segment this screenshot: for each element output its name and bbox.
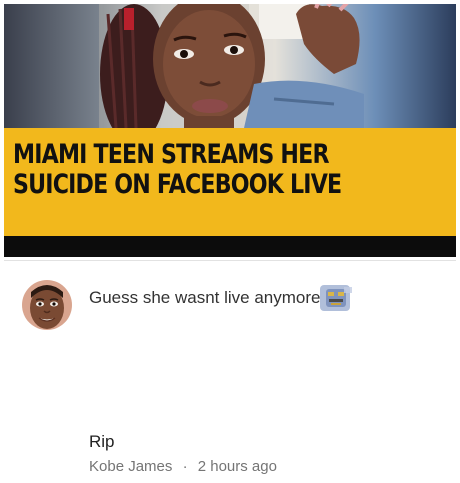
meme-post: MIAMI TEEN STREAMS HER SUICIDE ON FACEBO…: [0, 0, 460, 483]
headline: MIAMI TEEN STREAMS HER SUICIDE ON FACEBO…: [13, 140, 357, 200]
author-name[interactable]: Kobe James: [89, 458, 172, 475]
avatar[interactable]: [22, 280, 72, 330]
headline-banner: MIAMI TEEN STREAMS HER SUICIDE ON FACEBO…: [4, 128, 456, 236]
black-bar: [4, 236, 456, 257]
news-photo: [4, 4, 456, 128]
reply-text: Rip: [89, 432, 115, 451]
headline-line-1: MIAMI TEEN STREAMS HER: [13, 139, 329, 170]
pixelated-face-icon: [318, 283, 354, 313]
meta-separator: ·: [182, 458, 188, 475]
comment-text: Guess she wasnt live anymore: [89, 288, 321, 307]
timestamp: 2 hours ago: [197, 458, 277, 475]
headline-line-2: SUICIDE ON FACEBOOK LIVE: [13, 169, 342, 200]
divider: [4, 260, 456, 261]
news-thumbnail[interactable]: MIAMI TEEN STREAMS HER SUICIDE ON FACEBO…: [4, 4, 456, 257]
comment-meta: Kobe James · 2 hours ago: [89, 458, 277, 475]
